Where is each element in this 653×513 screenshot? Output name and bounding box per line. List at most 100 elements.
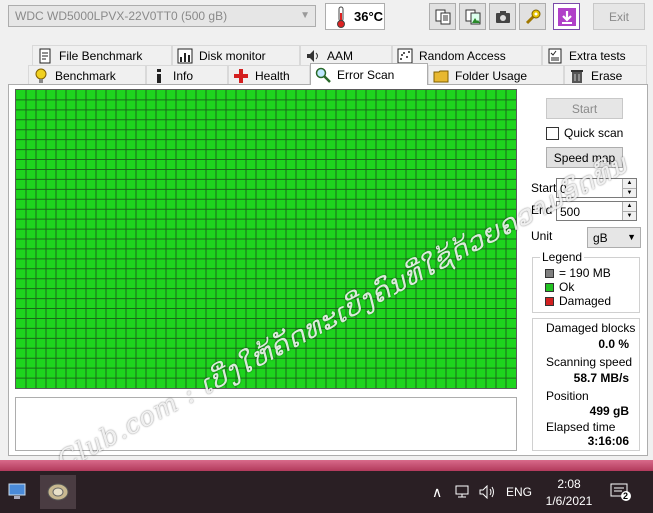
legend-swatch xyxy=(545,296,554,306)
legend-swatch xyxy=(545,268,554,278)
trash-icon xyxy=(571,69,583,83)
unit-select[interactable]: gB ▼ xyxy=(587,227,641,248)
folder-icon xyxy=(433,70,449,82)
file-benchmark-icon xyxy=(39,48,51,63)
taskbar-app-network[interactable] xyxy=(0,475,36,509)
speed-map-button[interactable]: Speed map xyxy=(546,147,623,168)
tab-extra-tests[interactable]: Extra tests xyxy=(542,45,647,65)
tab-label: Health xyxy=(255,68,290,83)
tray-overflow[interactable]: ∧ xyxy=(432,471,442,513)
hard-disk-icon xyxy=(47,483,69,501)
elapsed-time-value: 3:16:06 xyxy=(587,434,629,448)
temperature-value: 36 xyxy=(354,9,369,24)
exit-button[interactable]: Exit xyxy=(593,3,645,30)
tab-folder-usage[interactable]: Folder Usage xyxy=(428,65,564,85)
legend-swatch xyxy=(545,282,554,292)
scan-stats-box: Damaged blocks 0.0 % Scanning speed 58.7… xyxy=(532,318,640,451)
tab-label: Extra tests xyxy=(569,48,626,63)
tab-benchmark[interactable]: Benchmark xyxy=(28,65,146,85)
tab-label: Disk monitor xyxy=(199,48,266,63)
legend-item: Ok xyxy=(545,280,574,294)
legend-item: Damaged xyxy=(545,294,611,308)
scanning-speed-value: 58.7 MB/s xyxy=(573,371,629,385)
tab-aam[interactable]: AAM xyxy=(300,45,392,65)
download-arrow-icon xyxy=(557,7,576,26)
end-field[interactable]: 500 ▲ ▼ xyxy=(556,201,637,221)
start-field[interactable]: 0 ▲ ▼ xyxy=(556,178,637,198)
volume-icon xyxy=(479,485,494,499)
tab-info[interactable]: Info xyxy=(146,65,228,85)
chevron-up-icon[interactable]: ∧ xyxy=(432,484,442,501)
damaged-blocks-value: 0.0 % xyxy=(598,337,629,351)
tab-label: Error Scan xyxy=(337,67,395,82)
clock-date: 1/6/2021 xyxy=(545,493,593,508)
tray-notifications[interactable]: 2 xyxy=(610,471,632,513)
tab-health[interactable]: Health xyxy=(228,65,310,85)
camera-icon xyxy=(495,10,510,23)
health-icon xyxy=(234,68,248,83)
copy-text-icon xyxy=(435,9,450,24)
legend-label: Ok xyxy=(559,280,575,294)
chevron-down-icon: ▼ xyxy=(627,232,636,242)
position-label: Position xyxy=(546,389,589,403)
tray-language[interactable]: ENG xyxy=(506,471,532,513)
info-icon xyxy=(157,68,161,83)
tab-label: Info xyxy=(173,68,194,83)
magnifier-icon xyxy=(315,67,331,83)
temperature-display: 36°C xyxy=(325,3,385,30)
legend-box: Legend = 190 MB Ok Damaged xyxy=(532,250,640,313)
unit-label: Unit xyxy=(531,229,553,243)
notification-icon xyxy=(610,483,631,501)
spin-down-icon[interactable]: ▼ xyxy=(622,211,636,220)
tab-erase[interactable]: Erase xyxy=(564,65,647,85)
tab-label: File Benchmark xyxy=(59,48,143,63)
start-button[interactable]: Start xyxy=(546,98,623,119)
temperature-unit: °C xyxy=(368,9,384,24)
spin-down-icon[interactable]: ▼ xyxy=(622,188,636,197)
quick-scan-label: Quick scan xyxy=(564,126,624,140)
tab-label: Erase xyxy=(591,68,623,83)
copy-image-icon xyxy=(465,9,480,24)
tab-error-scan[interactable]: Error Scan xyxy=(310,63,428,85)
spin-up-icon[interactable]: ▲ xyxy=(622,179,636,188)
legend-item: = 190 MB xyxy=(545,266,611,280)
extra-tests-icon xyxy=(548,48,562,63)
taskbar: ∧ ENG 2:08 1/6/2021 2 xyxy=(0,471,653,513)
tab-disk-monitor[interactable]: Disk monitor xyxy=(172,45,300,65)
tab-file-benchmark[interactable]: File Benchmark xyxy=(32,45,172,65)
damaged-blocks-label: Damaged blocks xyxy=(546,321,636,335)
checkbox-box[interactable] xyxy=(546,126,559,140)
save-button[interactable] xyxy=(553,3,580,30)
thermometer-icon xyxy=(337,6,345,28)
speaker-icon xyxy=(307,49,318,62)
unit-select-value: gB xyxy=(593,231,608,245)
end-field-value: 500 xyxy=(560,205,581,219)
copy-text-button[interactable] xyxy=(429,3,456,30)
chevron-down-icon: ▼ xyxy=(300,10,310,21)
drive-select[interactable]: WDC WD5000LPVX-22V0TT0 (500 gB) ▼ xyxy=(8,5,316,27)
copy-image-button[interactable] xyxy=(459,3,486,30)
network-tray-icon xyxy=(455,485,469,498)
options-button[interactable] xyxy=(519,3,546,30)
tray-clock[interactable]: 2:08 1/6/2021 xyxy=(545,471,593,513)
tab-random-access[interactable]: Random Access xyxy=(392,45,542,65)
clock-time: 2:08 xyxy=(557,476,581,491)
tab-label: Folder Usage xyxy=(455,68,528,83)
taskbar-app-hdtune[interactable] xyxy=(40,475,76,509)
tray-network[interactable] xyxy=(455,471,473,513)
end-field-label: End xyxy=(531,203,553,217)
drive-select-value: WDC WD5000LPVX-22V0TT0 (500 gB) xyxy=(15,9,228,23)
spin-up-icon[interactable]: ▲ xyxy=(622,202,636,211)
network-computer-icon xyxy=(8,483,26,499)
tray-volume[interactable] xyxy=(479,471,497,513)
screenshot-button[interactable] xyxy=(489,3,516,30)
tab-label: Random Access xyxy=(419,48,506,63)
legend-title: Legend xyxy=(540,250,585,264)
start-field-value: 0 xyxy=(560,182,567,196)
notification-count: 2 xyxy=(623,491,629,501)
start-field-label: Start xyxy=(531,181,557,195)
position-value: 499 gB xyxy=(589,404,629,418)
quick-scan-checkbox[interactable]: Quick scan xyxy=(546,126,623,140)
wrench-icon xyxy=(525,9,540,24)
scan-log-box xyxy=(15,397,517,451)
